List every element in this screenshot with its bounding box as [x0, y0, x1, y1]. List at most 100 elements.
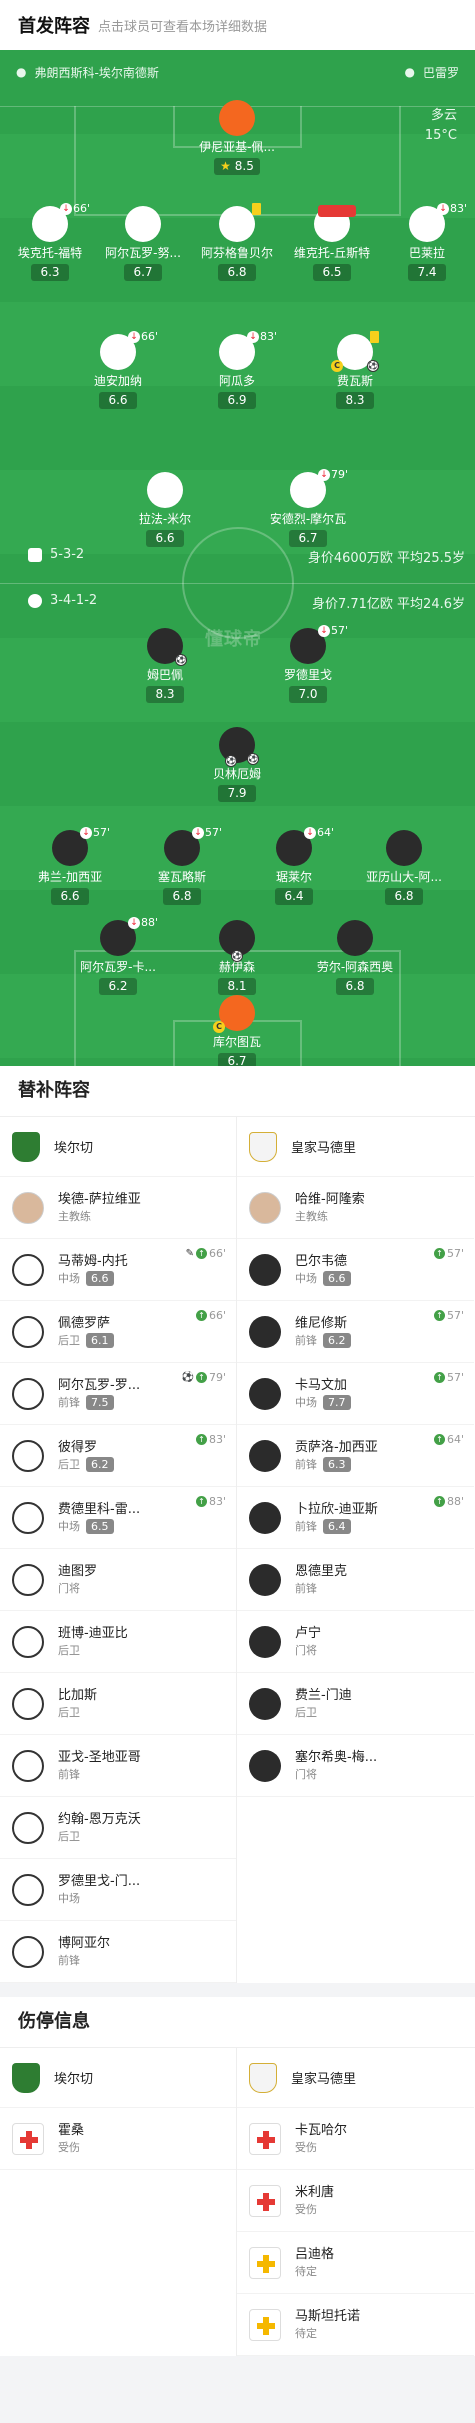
sub-on-icon: ↑	[433, 1248, 445, 1259]
sub-off-icon: ↓	[79, 826, 92, 839]
injury-row[interactable]: 米利唐 受伤	[237, 2170, 474, 2232]
sub-player-row[interactable]: 约翰-恩万克沃 后卫	[0, 1797, 236, 1859]
sub-off-icon: ↓	[127, 330, 140, 343]
injury-icon	[249, 2184, 281, 2217]
player-home[interactable]: ↓ 66' 埃克托-福特 6.3	[0, 202, 100, 281]
away-team-row[interactable]: 皇家马德里	[237, 1117, 474, 1177]
player-home[interactable]: C ⚽ 费瓦斯 8.3	[305, 331, 405, 409]
sub-off-icon: ↓	[303, 826, 316, 839]
player-home[interactable]: ↓ 79' 安德烈-摩尔瓦 6.7	[258, 468, 358, 547]
sub-player-row[interactable]: 彼得罗 后卫 6.2 ↑ 83'	[0, 1425, 236, 1487]
sub-player-row[interactable]: 费德里科-雷... 中场 6.5 ↑ 83'	[0, 1487, 236, 1549]
player-away[interactable]: 亚历山大-阿... 6.8	[354, 830, 454, 905]
sub-player-row[interactable]: 亚戈-圣地亚哥 前锋	[0, 1735, 236, 1797]
sub-on-icon: ↑	[195, 1248, 207, 1259]
coach-avatar	[12, 1191, 44, 1224]
sub-on-icon: ↑	[433, 1310, 445, 1321]
player-home[interactable]: ↓ 83' 阿瓜多 6.9	[187, 330, 287, 409]
injury-row[interactable]: 马斯坦托诺 待定	[237, 2294, 474, 2356]
away-team-row[interactable]: 皇家马德里	[237, 2048, 474, 2108]
assist-icon: ⚽	[247, 753, 259, 765]
elche-badge-icon	[12, 1131, 40, 1162]
sub-player-row[interactable]: 博阿亚尔 前锋	[0, 1921, 236, 1983]
sub-player-row[interactable]: 阿尔瓦罗-罗... 前锋 7.5 ⚽ ↑ 79'	[0, 1363, 236, 1425]
away-injuries: 皇家马德里 卡瓦哈尔 受伤 米利唐 受伤 吕迪格 待定 马斯坦托诺 待定	[237, 2048, 474, 2356]
sub-player-row[interactable]: 罗德里戈-门... 中场	[0, 1859, 236, 1921]
player-away[interactable]: 劳尔-阿森西奥 6.8	[305, 920, 405, 995]
sub-player-row[interactable]: 佩德罗萨 后卫 6.1 ↑ 66'	[0, 1301, 236, 1363]
captain-icon: C	[331, 360, 343, 372]
elche-badge-icon	[12, 2062, 40, 2093]
home-subs: 埃尔切 埃德-萨拉维亚 主教练 马蒂姆-内托 中场 6.6 ✎ ↑ 66' 佩德罗萨 后卫 6.…	[0, 1117, 237, 1983]
sub-player-row[interactable]: 马蒂姆-内托 中场 6.6 ✎ ↑ 66'	[0, 1239, 236, 1301]
real-madrid-badge-icon	[249, 2062, 277, 2093]
yellow-card-icon	[370, 331, 379, 343]
weather-info: 多云 15°C	[425, 106, 457, 146]
player-home[interactable]: 维克托-丘斯特 6.5	[282, 205, 382, 281]
goal-icon: ⚽	[181, 1372, 194, 1383]
player-home[interactable]: ↓ 66' 迪安加纳 6.6	[68, 330, 168, 409]
weather-text: 多云	[430, 108, 457, 123]
home-team-row[interactable]: 埃尔切	[0, 2048, 236, 2108]
away-coach[interactable]: 巴雷罗	[423, 64, 459, 81]
sub-on-icon: ↑	[433, 1434, 445, 1445]
away-coach-row[interactable]: 哈维-阿隆索 主教练	[237, 1177, 474, 1239]
sub-player-row[interactable]: 恩德里克 前锋	[237, 1549, 474, 1611]
player-away[interactable]: ⚽ 赫伊森 8.1	[187, 920, 287, 995]
injury-row[interactable]: 吕迪格 待定	[237, 2232, 474, 2294]
sub-on-icon: ↑	[195, 1434, 207, 1445]
sub-on-icon: ↑	[433, 1496, 445, 1507]
player-away[interactable]: ↓ 57' 罗德里戈 7.0	[258, 624, 358, 703]
yellow-card-icon	[252, 203, 261, 215]
lineup-title: 首发阵容	[18, 16, 90, 37]
player-away[interactable]: ↓ 64' 琚莱尔 6.4	[244, 826, 344, 905]
away-subs: 皇家马德里 哈维-阿隆索 主教练 巴尔韦德 中场 6.6 ↑ 57' 维尼修斯 前锋 6.2 ↑…	[237, 1117, 474, 1983]
sub-off-icon: ↓	[127, 916, 140, 929]
player-home-gk[interactable]: 伊尼亚基-佩... ★ 8.5	[187, 100, 287, 175]
injury-row[interactable]: 霍桑 受伤	[0, 2108, 236, 2170]
sub-player-row[interactable]: 班博-迪亚比 后卫	[0, 1611, 236, 1673]
whistle-icon: ●	[404, 65, 415, 79]
star-icon: ★	[220, 159, 231, 173]
pitch: 懂球帝 ● 弗朗西斯科-埃尔南德斯 ● 巴雷罗 多云 15°C 伊尼亚基-佩... …	[0, 50, 475, 1066]
player-away[interactable]: ↓ 57' 塞瓦略斯 6.8	[132, 826, 232, 905]
sub-player-row[interactable]: 巴尔韦德 中场 6.6 ↑ 57'	[237, 1239, 474, 1301]
player-away[interactable]: ↓ 88' 阿尔瓦罗-卡... 6.2	[68, 916, 168, 995]
player-home[interactable]: 拉法-米尔 6.6	[115, 472, 215, 547]
player-away-gk[interactable]: C 库尔图瓦 6.7	[187, 995, 287, 1066]
injury-title: 伤停信息	[18, 2011, 90, 2032]
goal-icon: ⚽	[367, 360, 379, 372]
player-away[interactable]: ⚽ ⚽ 贝林厄姆 7.9	[187, 727, 287, 802]
sub-player-row[interactable]: 迪图罗 门将	[0, 1549, 236, 1611]
injury-icon	[12, 2122, 44, 2155]
sub-player-row[interactable]: 贡萨洛-加西亚 前锋 6.3 ↑ 64'	[237, 1425, 474, 1487]
home-formation: 5-3-2	[28, 547, 84, 562]
sub-player-row[interactable]: 维尼修斯 前锋 6.2 ↑ 57'	[237, 1301, 474, 1363]
home-coach-row[interactable]: 埃德-萨拉维亚 主教练	[0, 1177, 236, 1239]
sub-player-row[interactable]: 费兰-门迪 后卫	[237, 1673, 474, 1735]
doubtful-icon	[249, 2308, 281, 2341]
goal-icon: ⚽	[225, 755, 237, 767]
sub-player-row[interactable]: 比加斯 后卫	[0, 1673, 236, 1735]
player-home[interactable]: 阿尔瓦罗-努... 6.7	[93, 206, 193, 281]
temperature: 15°C	[424, 128, 457, 143]
player-away[interactable]: ⚽ 姆巴佩 8.3	[115, 628, 215, 703]
subs-title: 替补阵容	[18, 1080, 90, 1101]
injury-row[interactable]: 卡瓦哈尔 受伤	[237, 2108, 474, 2170]
sub-player-row[interactable]: 卡马文加 中场 7.7 ↑ 57'	[237, 1363, 474, 1425]
doubtful-icon	[249, 2246, 281, 2279]
player-home[interactable]: 阿芬格鲁贝尔 6.8	[187, 203, 287, 281]
injury-icon	[249, 2122, 281, 2155]
sub-player-row[interactable]: 塞尔希奥-梅... 门将	[237, 1735, 474, 1797]
sub-player-row[interactable]: 卢宁 门将	[237, 1611, 474, 1673]
home-injuries: 埃尔切 霍桑 受伤	[0, 2048, 237, 2356]
away-value: 身价7.71亿欧 平均24.6岁	[311, 597, 465, 612]
home-team-row[interactable]: 埃尔切	[0, 1117, 236, 1177]
home-coach[interactable]: 弗朗西斯科-埃尔南德斯	[34, 64, 158, 81]
sub-player-row[interactable]: 卜拉欣-迪亚斯 前锋 6.4 ↑ 88'	[237, 1487, 474, 1549]
injury-section: 伤停信息 埃尔切 霍桑 受伤 皇家马德里 卡瓦哈尔 受伤 米利唐 受伤 吕迪格 待定 马…	[0, 1997, 475, 2356]
lineup-header: 首发阵容 点击球员可查看本场详细数据	[0, 0, 475, 50]
red-card-icon	[318, 205, 356, 217]
player-away[interactable]: ↓ 57' 弗兰-加西亚 6.6	[20, 826, 120, 905]
player-home[interactable]: ↓ 83' 巴莱拉 7.4	[377, 202, 475, 281]
